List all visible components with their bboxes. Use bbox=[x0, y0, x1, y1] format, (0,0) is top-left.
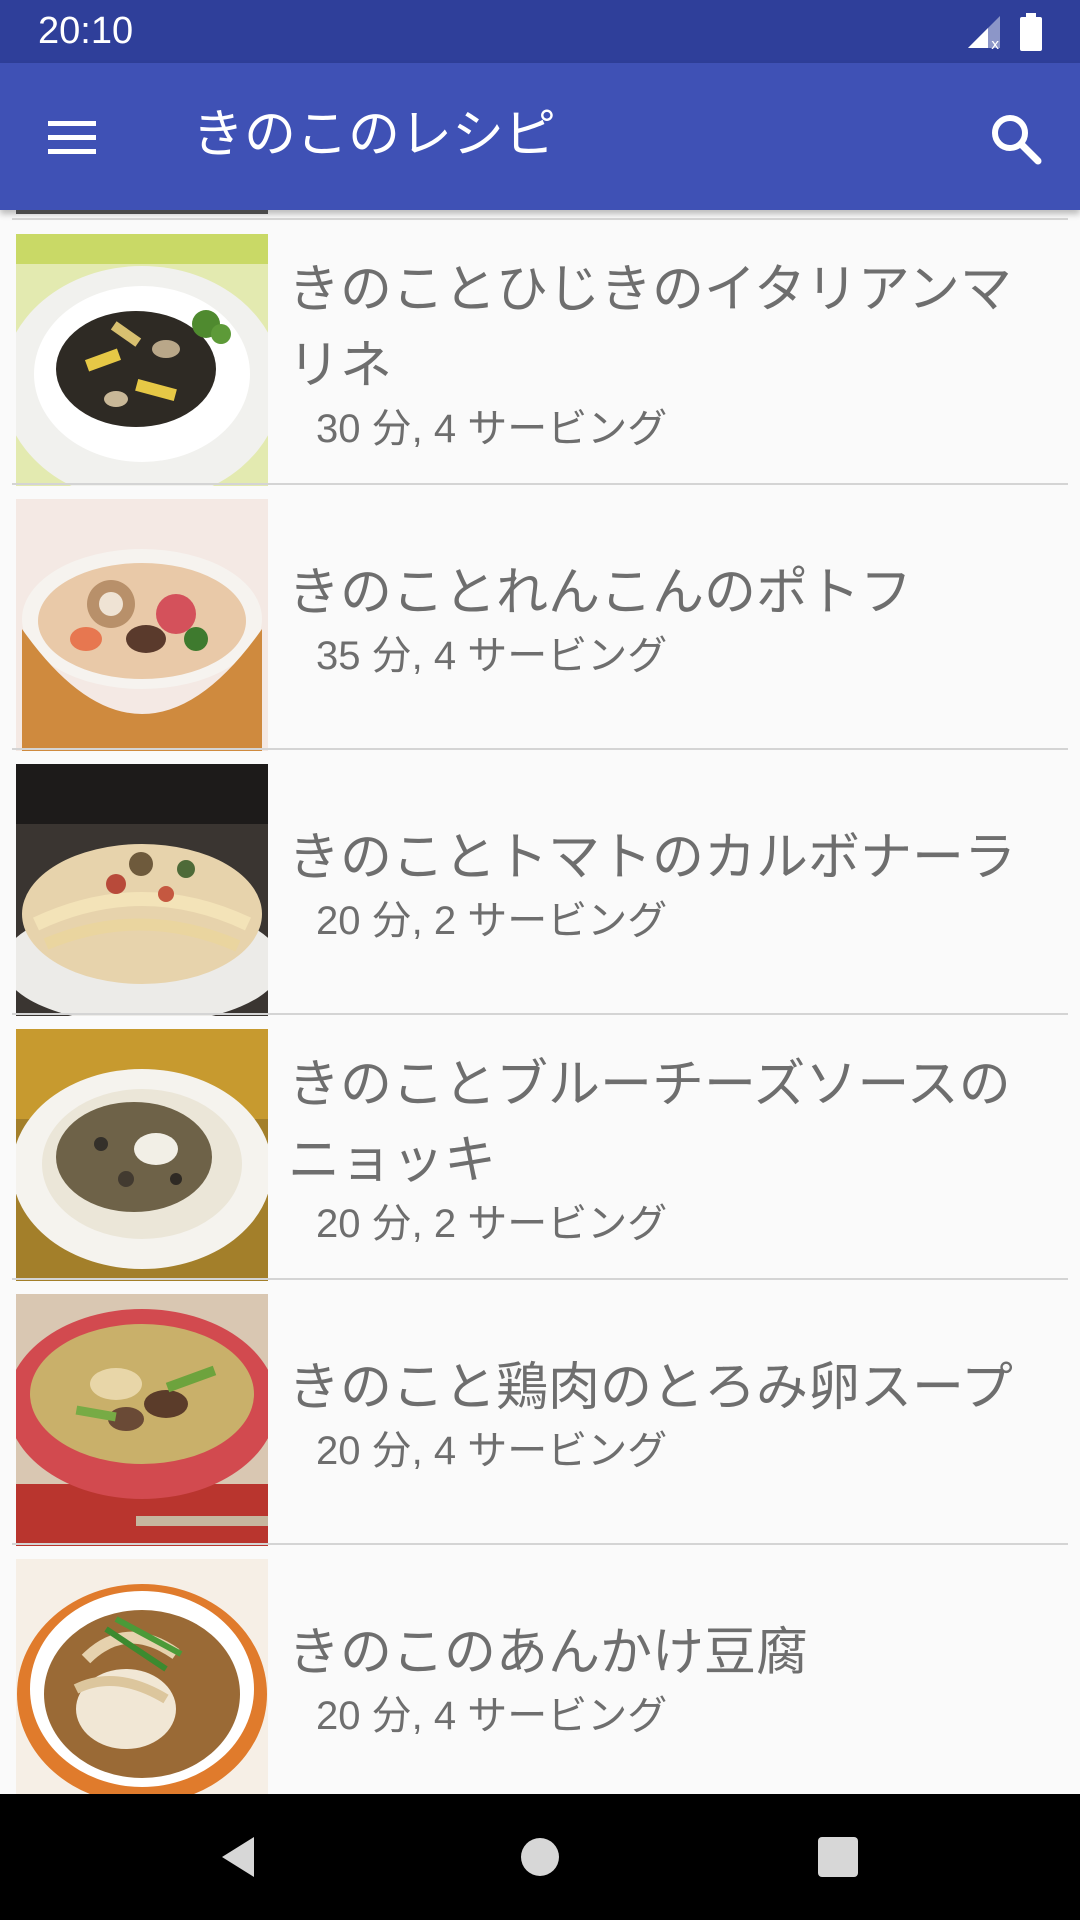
list-item[interactable]: きのこのあんかけ豆腐 20 分, 4 サービング bbox=[0, 1545, 1080, 1794]
recipe-thumbnail bbox=[16, 1029, 268, 1281]
list-item[interactable]: きのことれんこんのポトフ 35 分, 4 サービング bbox=[0, 485, 1080, 751]
status-time: 20:10 bbox=[38, 10, 134, 52]
recipe-title: きのことトマトのカルボナーラ bbox=[288, 827, 1017, 888]
previous-item-thumbnail-edge bbox=[16, 210, 268, 214]
recipe-title: きのことひじきのイタリアンマリネ bbox=[288, 259, 1012, 396]
navigation-bar bbox=[0, 1794, 1080, 1920]
list-item[interactable]: きのことトマトのカルボナーラ 20 分, 2 サービング bbox=[0, 750, 1080, 1016]
app-bar: きのこのレシピ bbox=[0, 63, 1080, 210]
recents-square-icon[interactable] bbox=[808, 1827, 868, 1887]
svg-text:x: x bbox=[991, 37, 999, 50]
signal-icon: x bbox=[968, 16, 1000, 50]
back-triangle-icon[interactable] bbox=[208, 1827, 268, 1887]
list-item[interactable]: きのことブルーチーズソースのニョッキ 20 分, 2 サービング bbox=[0, 1015, 1080, 1281]
recipe-list[interactable]: きのことひじきのイタリアンマリネ 30 分, 4 サービング きのことれんこんの… bbox=[0, 210, 1080, 1794]
recipe-meta: 20 分, 4 サービング bbox=[316, 1428, 668, 1473]
recipe-thumbnail bbox=[16, 499, 268, 751]
home-circle-icon[interactable] bbox=[510, 1827, 570, 1887]
recipe-meta: 20 分, 4 サービング bbox=[316, 1693, 668, 1738]
recipe-meta: 20 分, 2 サービング bbox=[316, 898, 668, 943]
recipe-title: きのこと鶏肉のとろみ卵スープ bbox=[288, 1357, 1013, 1418]
status-bar: 20:10 x bbox=[0, 0, 1080, 63]
list-item[interactable]: きのこと鶏肉のとろみ卵スープ 20 分, 4 サービング bbox=[0, 1280, 1080, 1546]
recipe-thumbnail bbox=[16, 1559, 268, 1794]
recipe-thumbnail bbox=[16, 1294, 268, 1546]
hamburger-menu-icon[interactable] bbox=[36, 107, 108, 167]
recipe-thumbnail bbox=[16, 764, 268, 1016]
battery-icon bbox=[1020, 13, 1042, 51]
recipe-meta: 20 分, 2 サービング bbox=[316, 1201, 668, 1246]
recipe-title: きのことブルーチーズソースのニョッキ bbox=[288, 1054, 1011, 1191]
recipe-thumbnail bbox=[16, 234, 268, 486]
status-icons: x bbox=[966, 12, 1042, 52]
recipe-meta: 30 分, 4 サービング bbox=[316, 406, 668, 451]
search-icon[interactable] bbox=[980, 103, 1052, 175]
page-title: きのこのレシピ bbox=[192, 105, 557, 165]
recipe-meta: 35 分, 4 サービング bbox=[316, 633, 668, 678]
recipe-title: きのことれんこんのポトフ bbox=[288, 562, 913, 623]
recipe-title: きのこのあんかけ豆腐 bbox=[288, 1622, 809, 1683]
list-item[interactable]: きのことひじきのイタリアンマリネ 30 分, 4 サービング bbox=[0, 220, 1080, 486]
